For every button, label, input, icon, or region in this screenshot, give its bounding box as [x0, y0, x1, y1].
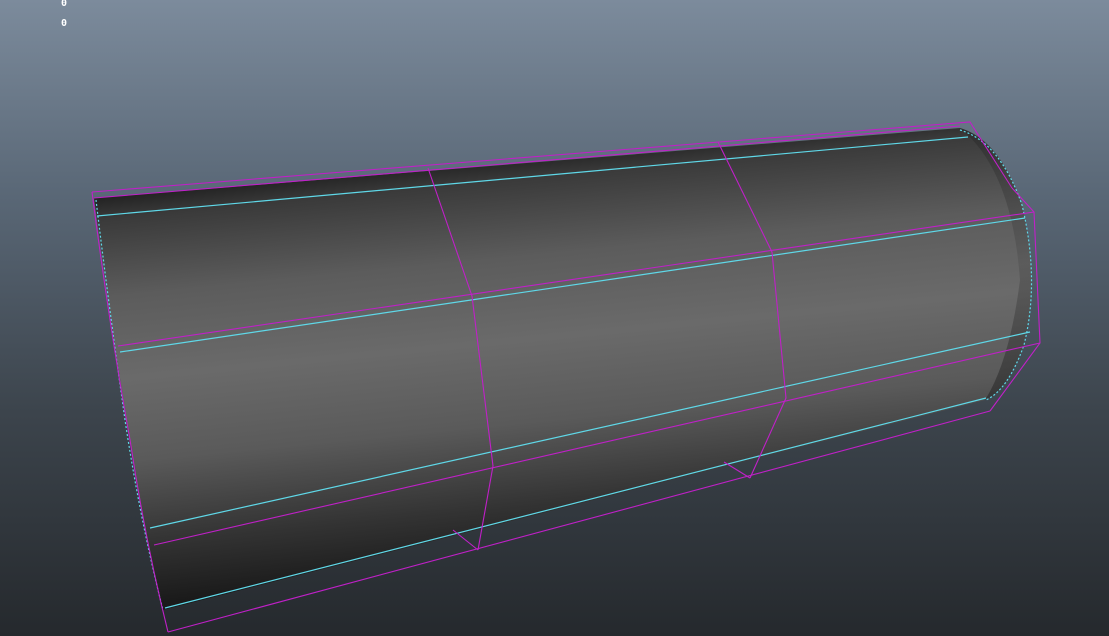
viewport-3d[interactable]: 1 0 1 0 [0, 0, 1109, 636]
cylinder-body[interactable] [94, 128, 1032, 610]
cage-diag-1 [452, 529, 479, 551]
cylinder-mesh-icon[interactable] [0, 0, 1109, 636]
cage-diag-2 [723, 461, 751, 479]
